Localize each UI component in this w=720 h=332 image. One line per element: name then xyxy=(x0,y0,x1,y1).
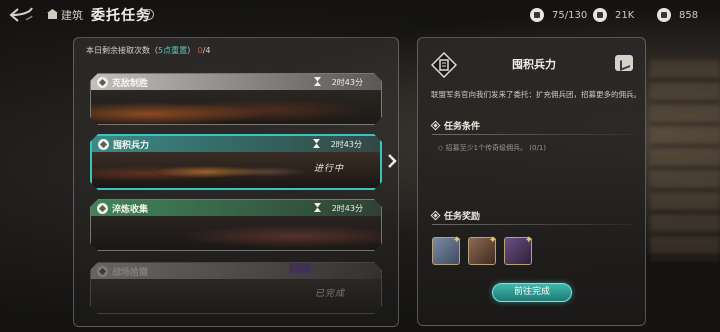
top-bar: 建筑 委托任务 ? 75/130 21K 858 xyxy=(0,0,720,30)
detail-title: 囤积兵力 xyxy=(512,58,556,71)
mission-type-icon xyxy=(97,77,108,88)
mission-card[interactable]: 克敌制胜 2时43分 xyxy=(90,73,382,125)
mission-status: 进行中 xyxy=(313,164,344,174)
mission-time: 2时43分 xyxy=(330,140,362,149)
diamond-icon xyxy=(430,210,441,221)
flag-icon[interactable] xyxy=(615,55,633,71)
completed-badge-icon xyxy=(289,262,311,273)
help-icon[interactable]: ? xyxy=(143,9,154,20)
mission-detail-panel: 囤积兵力 联盟军务官向我们发来了委托：扩充佣兵团，招募更多的佣兵。 任务条件 ◇… xyxy=(417,37,646,326)
population-icon xyxy=(530,8,544,22)
condition-text: 招募至少1个传奇级佣兵。 (0/1) xyxy=(445,144,547,152)
diamond-icon xyxy=(430,120,441,131)
condition-item: ◇ 招募至少1个传奇级佣兵。 (0/1) xyxy=(438,143,546,153)
mission-card-completed[interactable]: 战场拾掇 已完成 xyxy=(90,262,382,314)
daily-suffix: ） xyxy=(187,46,196,55)
daily-prefix: 本日剩余接取次数（ xyxy=(86,46,158,55)
gem-icon xyxy=(657,8,671,22)
bonus-star-icon: ✦ xyxy=(524,235,533,246)
mission-name: 克敌制胜 xyxy=(112,79,149,89)
divider xyxy=(432,224,632,225)
reward-list: ✦ ✦ ✦ xyxy=(432,235,533,265)
mission-art xyxy=(91,90,381,124)
mission-art xyxy=(91,216,381,250)
mission-list-panel: 本日剩余接取次数（5点重置） 0/4 克敌制胜 2时43分 囤积兵力 2时43分… xyxy=(73,37,399,327)
hourglass-icon xyxy=(313,139,320,148)
hourglass-icon xyxy=(314,203,321,212)
mission-name: 囤积兵力 xyxy=(113,141,150,151)
mission-status: 已完成 xyxy=(314,289,345,299)
mission-emblem-icon xyxy=(431,52,457,78)
resource-value: 858 xyxy=(679,9,699,21)
resource-gem: 858 xyxy=(657,7,698,23)
daily-attempts: 本日剩余接取次数（5点重置） 0/4 xyxy=(86,45,211,56)
tower-icon xyxy=(593,8,607,22)
mission-name: 战场拾掇 xyxy=(112,268,149,278)
building-icon xyxy=(47,9,58,19)
mission-type-icon xyxy=(97,266,108,277)
resource-value: 21K xyxy=(615,9,635,21)
background-shelf xyxy=(650,60,720,260)
mission-type-icon xyxy=(97,203,108,214)
reward-chest-purple-icon[interactable]: ✦ xyxy=(504,235,533,265)
mission-list[interactable]: 克敌制胜 2时43分 囤积兵力 2时43分 进行中 淬炼收集 2时43分 战场拾… xyxy=(86,60,386,324)
mission-card-selected[interactable]: 囤积兵力 2时43分 进行中 xyxy=(90,134,382,190)
mission-time: 2时43分 xyxy=(331,204,363,213)
divider xyxy=(432,134,632,135)
mission-type-icon xyxy=(98,139,109,150)
reward-scroll-icon[interactable]: ✦ xyxy=(432,235,461,265)
rewards-title: 任务奖励 xyxy=(444,212,481,222)
mission-name: 淬炼收集 xyxy=(112,205,149,215)
bonus-star-icon: ✦ xyxy=(452,235,461,246)
hourglass-icon xyxy=(314,77,321,86)
chevron-right-icon xyxy=(388,154,397,168)
resource-value: 75/130 xyxy=(552,9,588,21)
go-complete-button[interactable]: 前往完成 xyxy=(492,283,572,302)
page-title: 委托任务 xyxy=(91,8,151,24)
rewards-heading: 任务奖励 xyxy=(430,209,481,222)
mission-card[interactable]: 淬炼收集 2时43分 xyxy=(90,199,382,251)
daily-reset-time: 5点重置 xyxy=(158,46,188,55)
reward-chest-icon[interactable]: ✦ xyxy=(468,235,497,265)
resource-population: 75/130 xyxy=(530,7,587,23)
daily-total: /4 xyxy=(202,46,211,55)
detail-description: 联盟军务官向我们发来了委托：扩充佣兵团，招募更多的佣兵。 xyxy=(431,90,641,99)
conditions-heading: 任务条件 xyxy=(430,119,481,132)
breadcrumb[interactable]: 建筑 xyxy=(61,7,83,23)
mission-time: 2时43分 xyxy=(331,78,363,87)
bonus-star-icon: ✦ xyxy=(488,235,497,246)
bullet-diamond-icon: ◇ xyxy=(438,144,446,152)
back-arrow-icon[interactable] xyxy=(8,6,34,24)
resource-tower: 21K xyxy=(593,7,634,23)
conditions-title: 任务条件 xyxy=(444,122,481,132)
